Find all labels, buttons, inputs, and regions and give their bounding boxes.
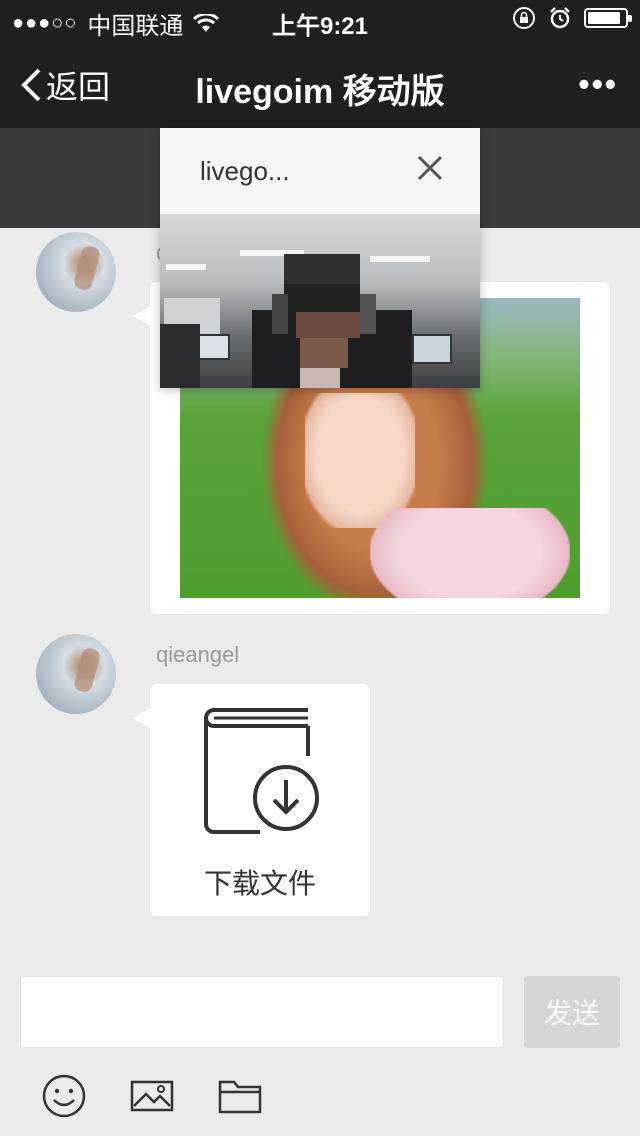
office-monitor [196,334,230,360]
office-monitor [412,334,452,364]
download-file-icon [204,708,319,834]
nav-bar: 返回 livegoim 移动版 ••• [0,40,640,128]
pixelated-face-block [300,368,340,388]
image-icon[interactable] [128,1072,176,1120]
photo-shirt [370,508,570,598]
close-icon[interactable] [416,154,444,182]
message-input[interactable] [20,976,504,1048]
popup-header: livego... [160,128,480,214]
pixelated-face-block [360,294,376,334]
status-bar: ●●●○○ 中国联通 上午9:21 [0,0,640,40]
folder-icon[interactable] [216,1072,264,1120]
page-title: livegoim 移动版 [195,73,445,111]
file-message-bubble[interactable]: 下载文件 [132,684,370,916]
ceiling-light [370,256,430,262]
status-right [512,6,632,30]
pixelated-face-block [284,284,360,312]
pixelated-face-block [272,294,288,334]
avatar[interactable] [36,634,116,714]
send-button[interactable]: 发送 [524,976,620,1048]
file-caption: 下载文件 [203,868,316,899]
emoji-icon[interactable] [40,1072,88,1120]
alarm-icon [550,7,570,29]
ceiling-light [166,264,206,270]
popup-title: livego... [200,156,290,186]
rotation-lock-icon [513,7,535,29]
pixelated-face-block [300,338,348,368]
more-button[interactable]: ••• [578,66,618,103]
avatar[interactable] [36,232,116,312]
video-popup: livego... [160,128,480,388]
pixelated-face-block [284,254,360,284]
person-silhouette [160,324,200,388]
battery-icon [584,8,632,28]
battery-fill [588,12,620,24]
pixelated-face-block [296,312,360,338]
message-username: qieangel [156,642,240,667]
video-stream[interactable] [160,214,480,388]
